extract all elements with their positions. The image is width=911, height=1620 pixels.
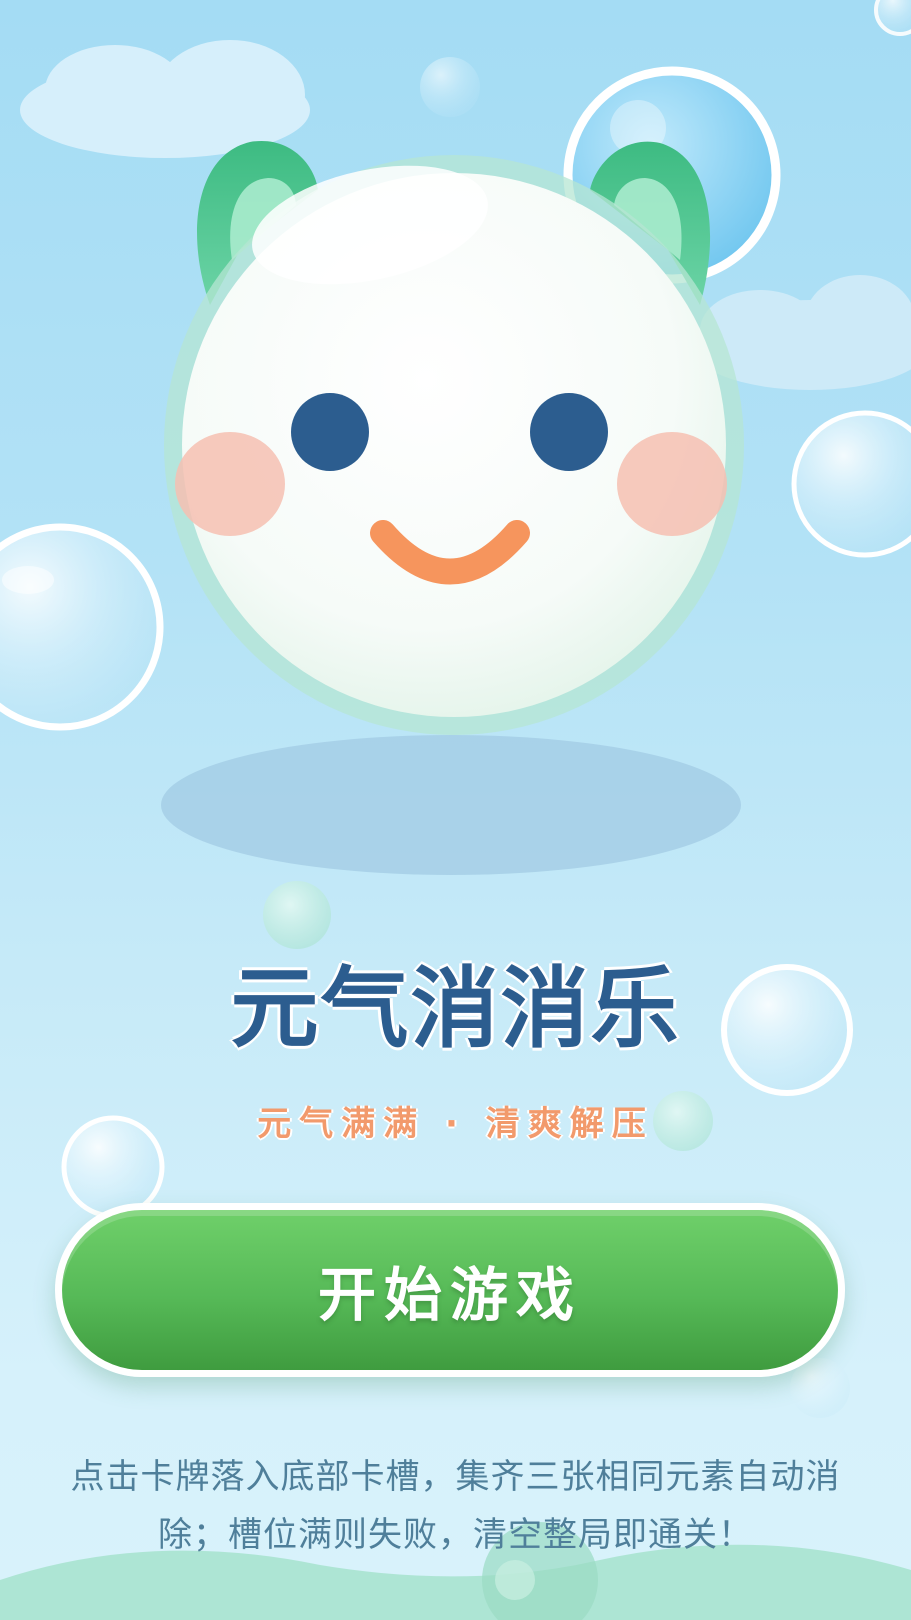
instructions-line-1: 点击卡牌落入底部卡槽，集齐三张相同元素自动消 bbox=[70, 1457, 841, 1497]
mascot-right-cheek bbox=[617, 432, 727, 536]
start-screen: 元气消消乐 元气满满 · 清爽解压 开始游戏 点击卡牌落入底部卡槽，集齐三张相同… bbox=[0, 0, 911, 1620]
game-subtitle: 元气满满 · 清爽解压 bbox=[257, 1104, 654, 1144]
cloud-top-left bbox=[20, 40, 310, 158]
game-instructions: 点击卡牌落入底部卡槽，集齐三张相同元素自动消 除；槽位满则失败，清空整局即通关！ bbox=[10, 1448, 901, 1564]
bubble-small-green-center bbox=[263, 881, 331, 949]
mascot-bubble-face bbox=[164, 140, 744, 735]
bubble-right-mid bbox=[791, 410, 911, 558]
start-game-button[interactable]: 开始游戏 bbox=[55, 1203, 845, 1377]
bubble-left-large bbox=[0, 523, 164, 731]
mascot-left-eye bbox=[291, 393, 369, 471]
bubble-top-right-corner bbox=[874, 0, 911, 36]
game-title: 元气消消乐 bbox=[230, 957, 681, 1060]
mascot-left-cheek bbox=[175, 432, 285, 536]
bubble-top-small bbox=[420, 57, 480, 117]
background-art bbox=[0, 0, 911, 1620]
start-game-button-label: 开始游戏 bbox=[317, 1261, 582, 1329]
instructions-line-2: 除；槽位满则失败，清空整局即通关！ bbox=[158, 1515, 753, 1555]
mascot-right-eye bbox=[530, 393, 608, 471]
mascot-shadow bbox=[161, 735, 741, 875]
